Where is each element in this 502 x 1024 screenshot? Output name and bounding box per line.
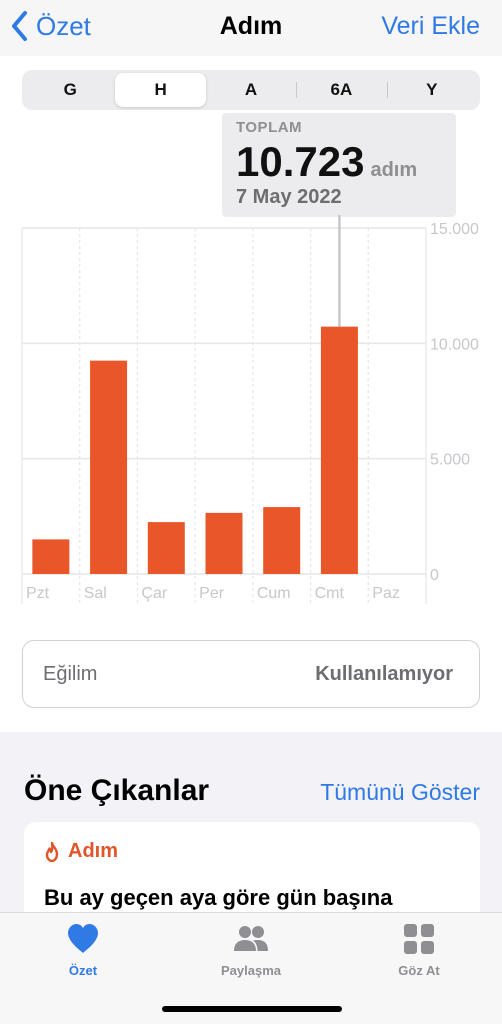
tooltip-unit: adım xyxy=(370,159,418,181)
time-range-segmented-control: G H A 6A Y xyxy=(22,70,480,110)
trend-row[interactable]: Eğilim Kullanılamıyor xyxy=(22,640,480,708)
steps-detail-card: Özet Adım Veri Ekle G H A 6A Y TOPLAM 10… xyxy=(0,0,502,732)
tooltip-date: 7 May 2022 xyxy=(236,186,342,208)
highlights-header: Öne Çıkanlar Tümünü Göster xyxy=(24,774,480,808)
bar-pzt xyxy=(32,539,70,574)
bar-sal xyxy=(90,360,128,574)
trend-label: Eğilim xyxy=(43,662,98,685)
flame-icon xyxy=(45,841,59,862)
tooltip-label: TOPLAM xyxy=(236,119,303,136)
grid-icon xyxy=(404,924,434,954)
tab-sharing-label: Paylaşma xyxy=(221,963,281,978)
x-tick-label: Sal xyxy=(84,585,107,602)
segment-month[interactable]: A xyxy=(206,73,296,107)
navigation-bar: Özet Adım Veri Ekle xyxy=(0,0,502,56)
show-all-link[interactable]: Tümünü Göster xyxy=(320,779,480,806)
segment-year[interactable]: Y xyxy=(386,73,477,107)
add-data-button[interactable]: Veri Ekle xyxy=(381,12,480,41)
tab-browse-label: Göz At xyxy=(398,963,440,978)
bar-per xyxy=(205,512,243,574)
highlights-title: Öne Çıkanlar xyxy=(24,774,210,807)
y-tick-label: 10.000 xyxy=(430,336,479,353)
segment-week[interactable]: H xyxy=(115,73,206,107)
selection-tooltip: TOPLAM 10.723 adım 7 May 2022 xyxy=(222,113,456,217)
tab-summary-label: Özet xyxy=(68,963,98,978)
x-tick-label: Cum xyxy=(257,585,291,602)
x-tick-label: Paz xyxy=(372,585,400,602)
tab-browse[interactable]: Göz At xyxy=(349,921,489,978)
x-tick-label: Pzt xyxy=(26,585,50,602)
tooltip-value: 10.723 xyxy=(236,138,365,185)
segment-six-months[interactable]: 6A xyxy=(296,73,386,107)
people-icon xyxy=(234,926,268,951)
tab-sharing[interactable]: Paylaşma xyxy=(181,921,321,978)
y-tick-label: 0 xyxy=(430,567,439,584)
bar-cum xyxy=(263,507,301,574)
x-tick-label: Cmt xyxy=(315,585,345,602)
home-indicator xyxy=(162,1006,342,1012)
y-tick-label: 15.000 xyxy=(430,221,479,238)
bar-cmt xyxy=(320,326,358,574)
x-tick-label: Per xyxy=(199,585,225,602)
segment-day[interactable]: G xyxy=(25,73,115,107)
highlight-text: Bu ay geçen aya göre gün başına xyxy=(44,885,393,910)
trend-value: Kullanılamıyor xyxy=(315,662,453,685)
highlight-category: Adım xyxy=(68,840,118,862)
tab-summary[interactable]: Özet xyxy=(13,921,153,978)
steps-bar-chart[interactable]: 0 5.000 10.000 15.000 Pzt Sal Çar Per Cum Cmt Paz xyxy=(0,215,502,615)
heart-icon xyxy=(68,924,98,953)
x-tick-label: Çar xyxy=(141,585,167,602)
bar-çar xyxy=(147,522,185,574)
y-tick-label: 5.000 xyxy=(430,452,470,469)
